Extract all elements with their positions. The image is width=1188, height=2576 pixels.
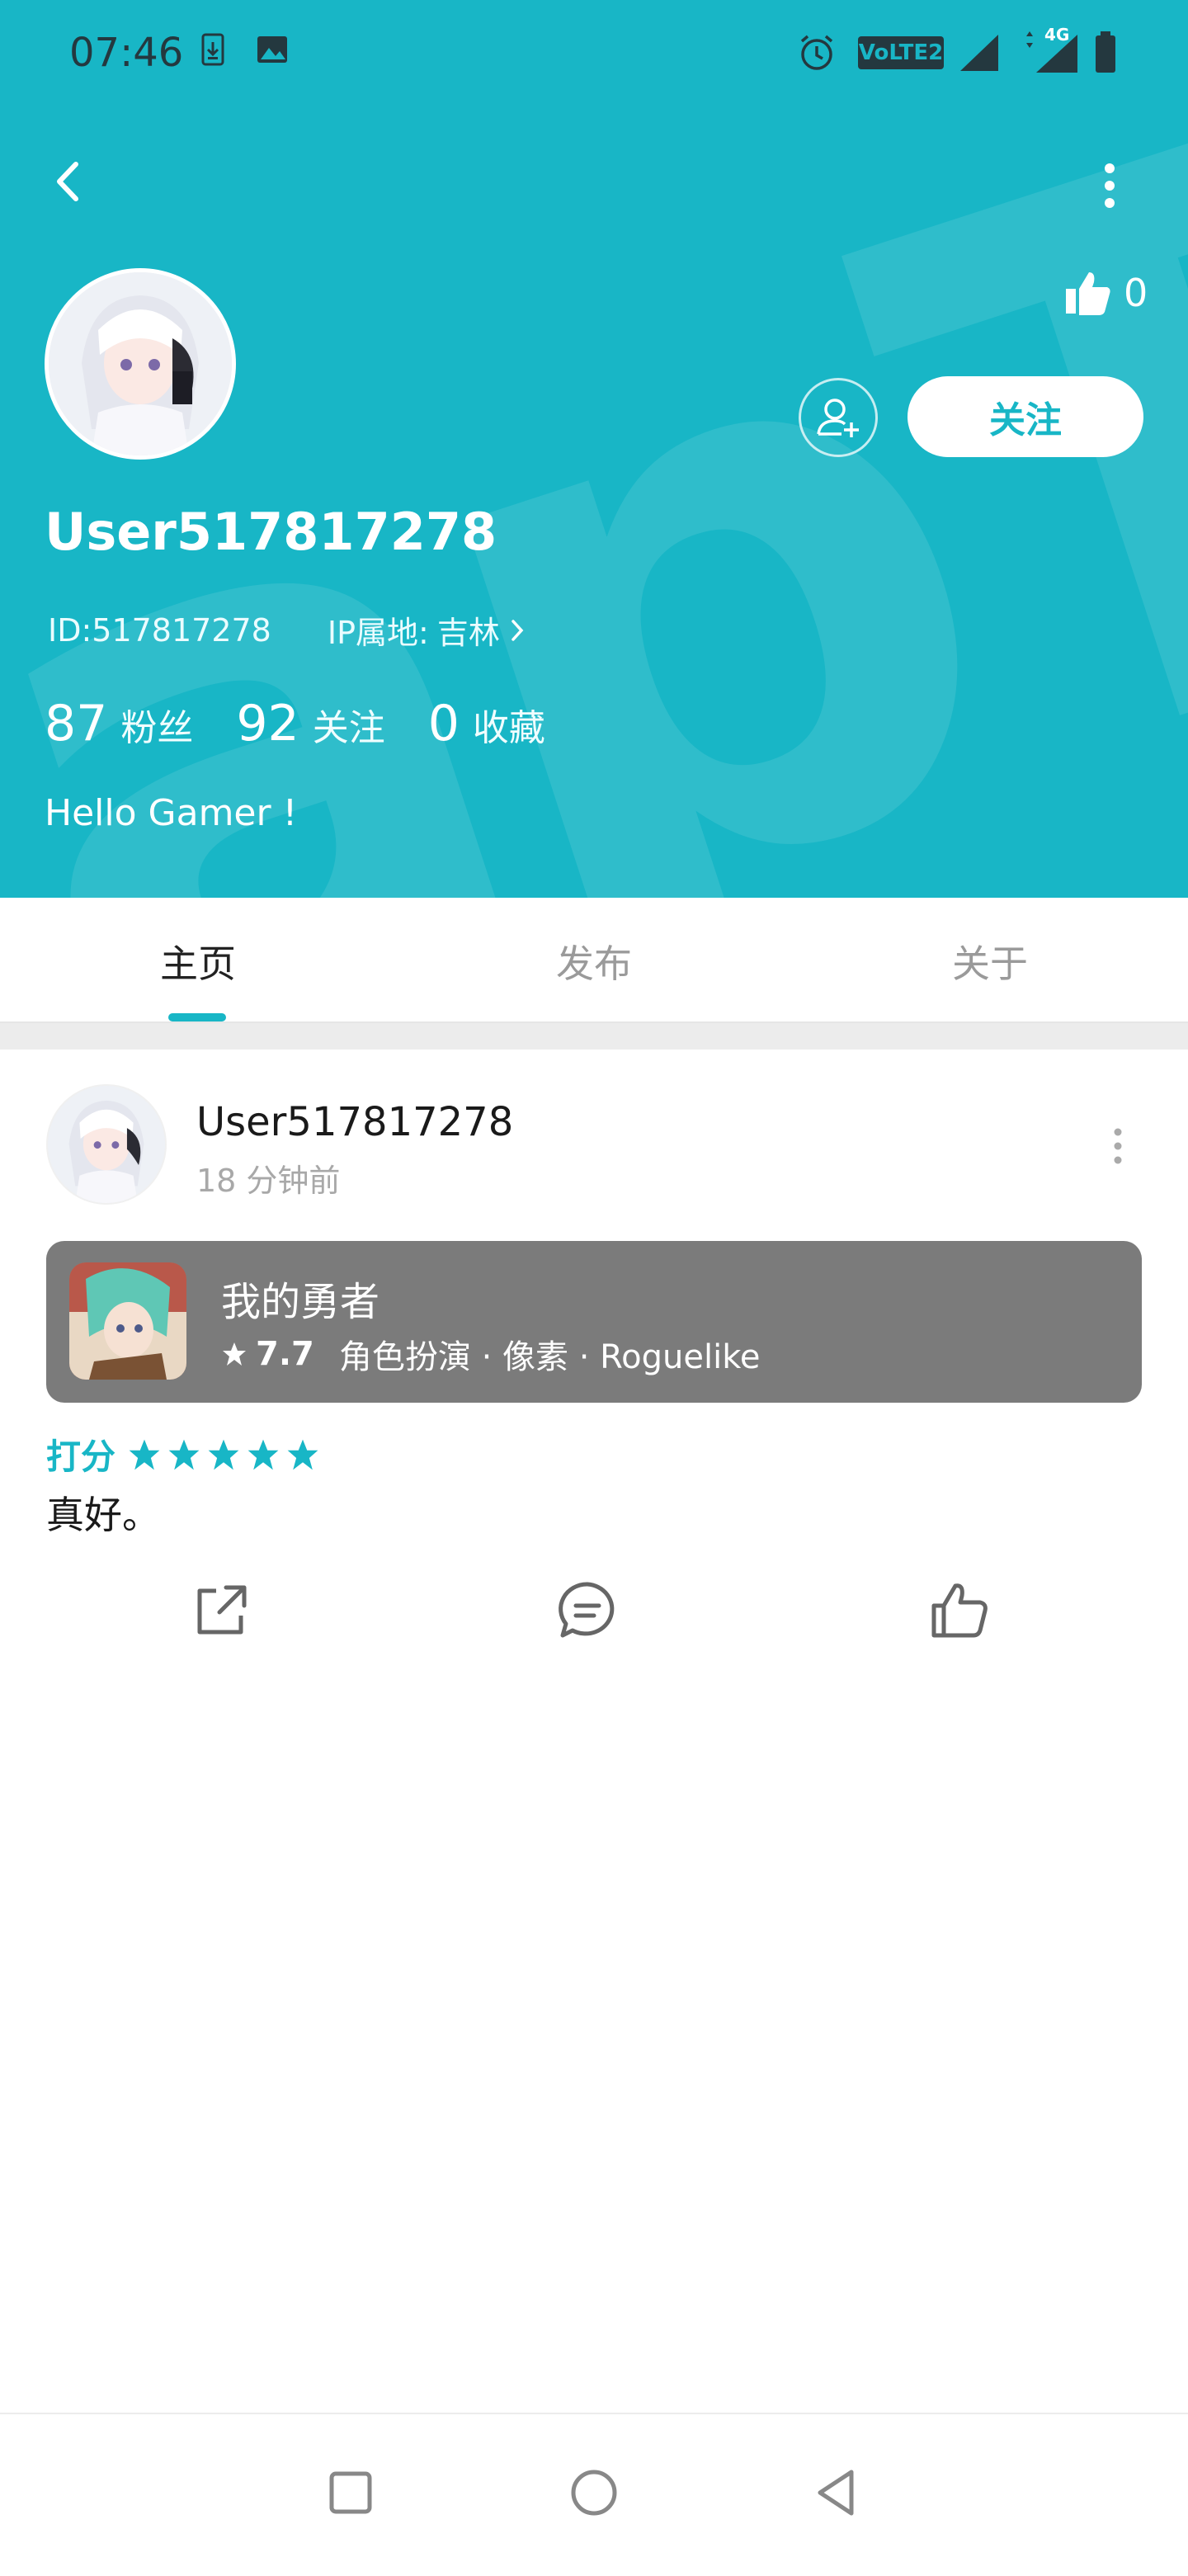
like-icon[interactable] xyxy=(927,1578,993,1644)
recent-apps-icon[interactable] xyxy=(322,2464,380,2522)
ip-location-value[interactable]: 吉林 xyxy=(437,607,500,653)
signal-icon xyxy=(960,35,998,71)
tab-about[interactable]: 关于 xyxy=(908,934,1072,988)
game-title: 我的勇者 xyxy=(221,1279,380,1325)
following-label[interactable]: 关注 xyxy=(313,698,385,751)
add-friend-icon xyxy=(817,399,859,437)
star-icon xyxy=(223,1342,246,1366)
alarm-icon xyxy=(800,35,833,70)
following-count[interactable]: 92 xyxy=(236,695,299,753)
image-icon xyxy=(257,36,287,63)
rating-label: 打分 xyxy=(46,1437,116,1477)
tab-home[interactable]: 主页 xyxy=(116,934,280,988)
profile-stats: 87 粉丝 92 关注 0 收藏 xyxy=(45,695,588,753)
game-tags: 角色扮演 · 像素 · Roguelike xyxy=(338,1338,761,1376)
home-icon[interactable] xyxy=(565,2464,623,2522)
system-nav-bar xyxy=(0,2413,1188,2576)
followers-label[interactable]: 粉丝 xyxy=(120,698,193,751)
followers-count[interactable]: 87 xyxy=(45,695,107,753)
back-nav-icon[interactable] xyxy=(808,2464,866,2522)
chevron-right-icon[interactable] xyxy=(507,616,528,644)
id-row: ID:517817278 IP属地: 吉林 xyxy=(48,607,528,653)
profile-username: User517817278 xyxy=(45,502,497,562)
4g-signal-icon: 4G xyxy=(1023,25,1081,74)
add-friend-button[interactable] xyxy=(799,378,878,457)
favorites-label[interactable]: 收藏 xyxy=(473,698,545,751)
rating-row: 打分 xyxy=(46,1429,325,1479)
ip-location-label: IP属地: xyxy=(327,615,429,651)
volte-icon: VoLTE2 xyxy=(858,36,944,69)
more-options-icon[interactable] xyxy=(1089,157,1130,215)
like-count: 0 xyxy=(1064,268,1148,318)
game-score: 7.7 xyxy=(256,1335,314,1373)
rating-star-icon xyxy=(208,1439,239,1470)
profile-avatar[interactable] xyxy=(45,268,236,460)
rating-star-icon xyxy=(129,1439,160,1470)
profile-bio: Hello Gamer ! xyxy=(45,792,298,834)
download-icon xyxy=(201,33,224,66)
comment-icon[interactable] xyxy=(554,1578,620,1644)
thumbs-up-icon xyxy=(1066,272,1110,315)
status-bar: 07:46 VoLTE2 4G xyxy=(0,0,1188,107)
tab-posts[interactable]: 发布 xyxy=(512,934,676,988)
profile-header: apTap 07:46 VoLTE2 4G 0 关注 User517817278… xyxy=(0,0,1188,898)
post-time: 18 分钟前 xyxy=(196,1163,341,1199)
back-icon[interactable] xyxy=(41,153,99,210)
user-id: ID:517817278 xyxy=(48,611,271,649)
post-avatar[interactable] xyxy=(46,1084,167,1205)
battery-icon xyxy=(1096,31,1115,73)
tab-indicator xyxy=(168,1013,226,1021)
rating-star-icon xyxy=(287,1439,318,1470)
rating-star-icon xyxy=(168,1439,200,1470)
share-icon[interactable] xyxy=(188,1578,254,1644)
game-card[interactable]: 我的勇者 7.7 角色扮演 · 像素 · Roguelike xyxy=(46,1241,1142,1403)
profile-tabs: 主页 发布 关于 xyxy=(0,898,1188,1023)
status-time: 07:46 xyxy=(69,30,184,76)
game-meta: 7.7 角色扮演 · 像素 · Roguelike xyxy=(221,1330,761,1378)
review-text: 真好。 xyxy=(46,1493,160,1537)
favorites-count[interactable]: 0 xyxy=(428,695,460,753)
follow-button[interactable]: 关注 xyxy=(908,376,1143,457)
post-username[interactable]: User517817278 xyxy=(196,1099,513,1145)
game-icon xyxy=(69,1262,186,1380)
rating-star-icon xyxy=(248,1439,279,1470)
post-more-icon[interactable] xyxy=(1106,1125,1130,1167)
section-divider xyxy=(0,1023,1188,1050)
